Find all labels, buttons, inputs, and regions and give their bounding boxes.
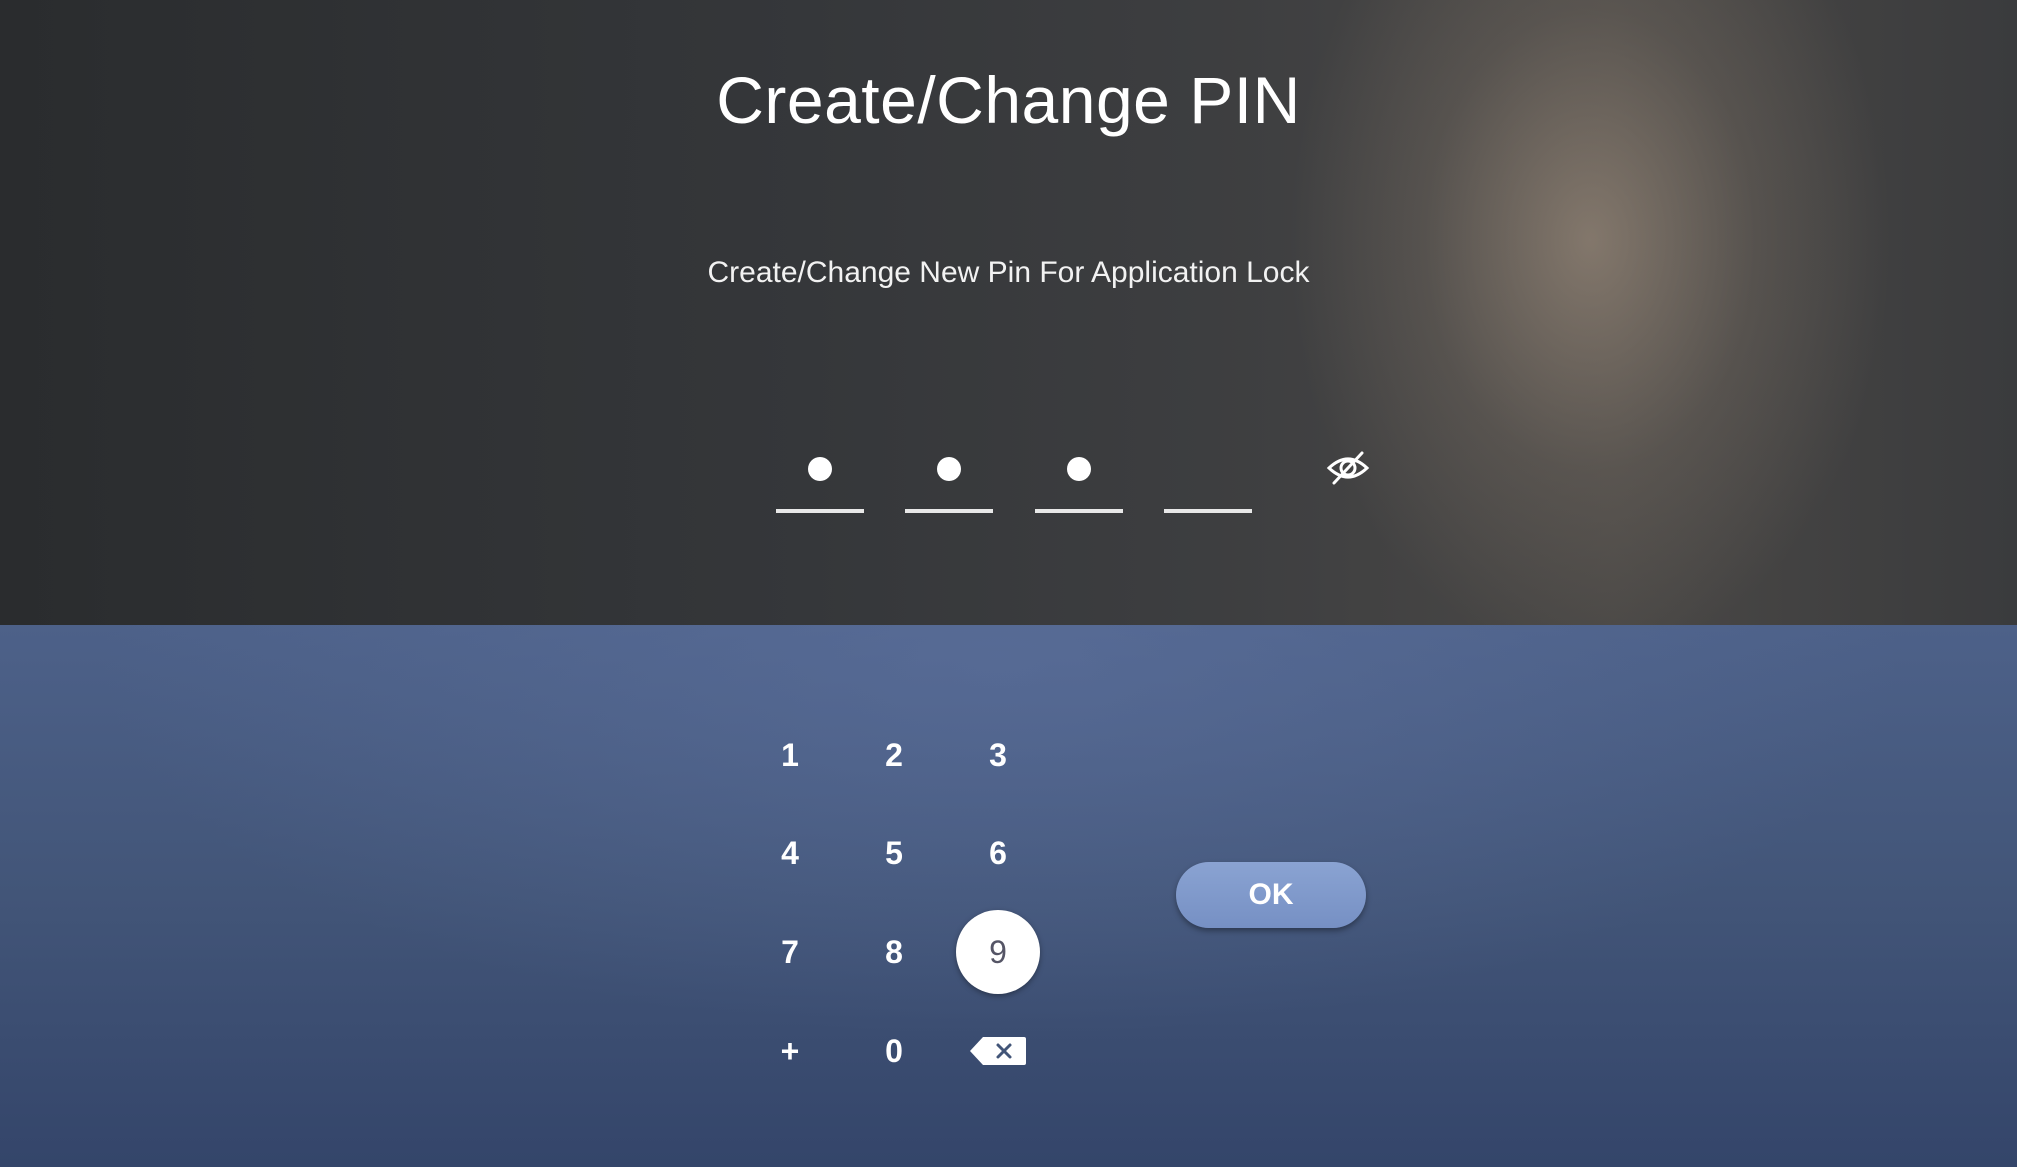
keypad-key-5[interactable]: 5 [852, 811, 936, 895]
keypad-key-8[interactable]: 8 [852, 910, 936, 994]
pin-digit-2 [905, 445, 993, 513]
pin-underline [905, 509, 993, 513]
keypad-key-7[interactable]: 7 [748, 910, 832, 994]
pin-digit-3 [1035, 445, 1123, 513]
keypad-key-9[interactable]: 9 [956, 910, 1040, 994]
pin-digit-4 [1164, 445, 1252, 513]
keypad-key-2[interactable]: 2 [852, 713, 936, 797]
backspace-icon [970, 1037, 1026, 1065]
pin-underline [1164, 509, 1252, 513]
pin-underline [1035, 509, 1123, 513]
page-subtitle: Create/Change New Pin For Application Lo… [707, 256, 1310, 289]
pin-dot [808, 457, 832, 481]
keypad-key-0[interactable]: 0 [852, 1009, 936, 1093]
backspace-button[interactable] [956, 1009, 1040, 1093]
pin-underline [776, 509, 864, 513]
keypad-key-plus[interactable]: + [748, 1009, 832, 1093]
keypad-key-1[interactable]: 1 [748, 713, 832, 797]
pin-dot [937, 457, 961, 481]
eye-off-icon[interactable] [1326, 448, 1370, 488]
pin-digit-1 [776, 445, 864, 513]
keypad-key-4[interactable]: 4 [748, 811, 832, 895]
pin-dot [1067, 457, 1091, 481]
pin-screen: Create/Change PIN Create/Change New Pin … [0, 0, 2017, 1167]
pin-entry-panel: Create/Change PIN Create/Change New Pin … [0, 0, 2017, 625]
ok-button[interactable]: OK [1176, 862, 1366, 928]
page-title: Create/Change PIN [716, 63, 1301, 137]
keypad-key-6[interactable]: 6 [956, 811, 1040, 895]
keypad-key-3[interactable]: 3 [956, 713, 1040, 797]
